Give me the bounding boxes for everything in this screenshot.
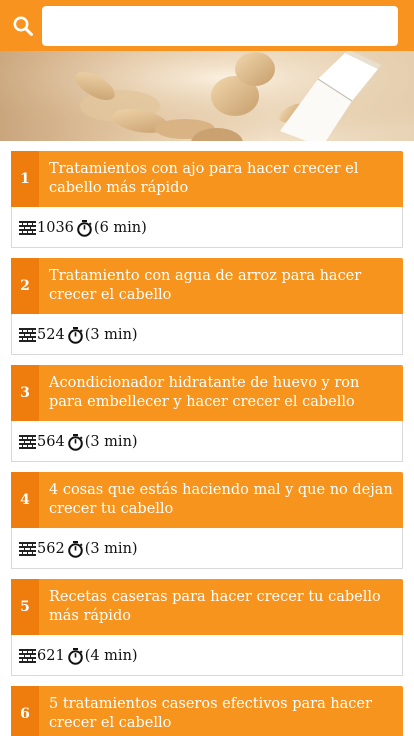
search-button[interactable]	[10, 13, 36, 39]
article-card[interactable]: 4 4 cosas que estás haciendo mal y que n…	[11, 472, 403, 569]
article-card-footer: 564 (3 min)	[11, 421, 403, 462]
article-card[interactable]: 2 Tratamiento con agua de arroz para hac…	[11, 258, 403, 355]
article-number: 1	[11, 151, 39, 207]
views-icon	[19, 221, 36, 235]
stopwatch-icon	[67, 540, 83, 558]
views-icon	[19, 649, 36, 663]
read-time: (3 min)	[84, 327, 138, 343]
article-card-header[interactable]: 3 Acondicionador hidratante de huevo y r…	[11, 365, 403, 421]
stopwatch-icon	[67, 326, 83, 344]
article-meta: 621 (4 min)	[19, 646, 138, 666]
article-card[interactable]: 6 5 tratamientos caseros efectivos para …	[11, 686, 403, 736]
article-card-header[interactable]: 2 Tratamiento con agua de arroz para hac…	[11, 258, 403, 314]
read-time: (4 min)	[84, 648, 138, 664]
article-card[interactable]: 3 Acondicionador hidratante de huevo y r…	[11, 365, 403, 462]
article-card-footer: 524 (3 min)	[11, 314, 403, 355]
search-input[interactable]	[42, 6, 398, 46]
top-bar	[0, 0, 414, 51]
article-card-footer: 562 (3 min)	[11, 528, 403, 569]
read-time: (6 min)	[93, 220, 147, 236]
article-number: 2	[11, 258, 39, 314]
views-icon	[19, 542, 36, 556]
wooden-mannequin-reading-illustration	[0, 51, 414, 141]
view-count: 524	[37, 327, 65, 343]
article-title[interactable]: Tratamiento con agua de arroz para hacer…	[49, 267, 395, 305]
read-time: (3 min)	[84, 541, 138, 557]
view-count: 1036	[37, 220, 74, 236]
article-card-header[interactable]: 4 4 cosas que estás haciendo mal y que n…	[11, 472, 403, 528]
article-meta: 1036 (6 min)	[19, 218, 147, 238]
stopwatch-icon	[77, 219, 92, 237]
views-icon	[19, 328, 36, 342]
article-card[interactable]: 1 Tratamientos con ajo para hacer crecer…	[11, 151, 403, 248]
article-title[interactable]: 5 tratamientos caseros efectivos para ha…	[49, 695, 395, 733]
article-title[interactable]: Acondicionador hidratante de huevo y ron…	[49, 374, 395, 412]
article-meta: 564 (3 min)	[19, 432, 138, 452]
article-title[interactable]: Recetas caseras para hacer crecer tu cab…	[49, 588, 395, 626]
view-count: 564	[37, 434, 65, 450]
stopwatch-icon	[67, 647, 83, 665]
article-number: 3	[11, 365, 39, 421]
stopwatch-icon	[67, 433, 83, 451]
article-title[interactable]: Tratamientos con ajo para hacer crecer e…	[49, 160, 395, 198]
hero-banner-image	[0, 51, 414, 141]
article-number: 5	[11, 579, 39, 635]
article-card-footer: 621 (4 min)	[11, 635, 403, 676]
article-card-header[interactable]: 5 Recetas caseras para hacer crecer tu c…	[11, 579, 403, 635]
article-number: 6	[11, 686, 39, 736]
views-icon	[19, 435, 36, 449]
article-meta: 524 (3 min)	[19, 325, 138, 345]
article-meta: 562 (3 min)	[19, 539, 138, 559]
article-number: 4	[11, 472, 39, 528]
view-count: 562	[37, 541, 65, 557]
read-time: (3 min)	[84, 434, 138, 450]
search-icon	[13, 16, 33, 36]
article-card-header[interactable]: 1 Tratamientos con ajo para hacer crecer…	[11, 151, 403, 207]
article-card-footer: 1036 (6 min)	[11, 207, 403, 248]
article-card-header[interactable]: 6 5 tratamientos caseros efectivos para …	[11, 686, 403, 736]
article-title[interactable]: 4 cosas que estás haciendo mal y que no …	[49, 481, 395, 519]
view-count: 621	[37, 648, 65, 664]
article-card[interactable]: 5 Recetas caseras para hacer crecer tu c…	[11, 579, 403, 676]
